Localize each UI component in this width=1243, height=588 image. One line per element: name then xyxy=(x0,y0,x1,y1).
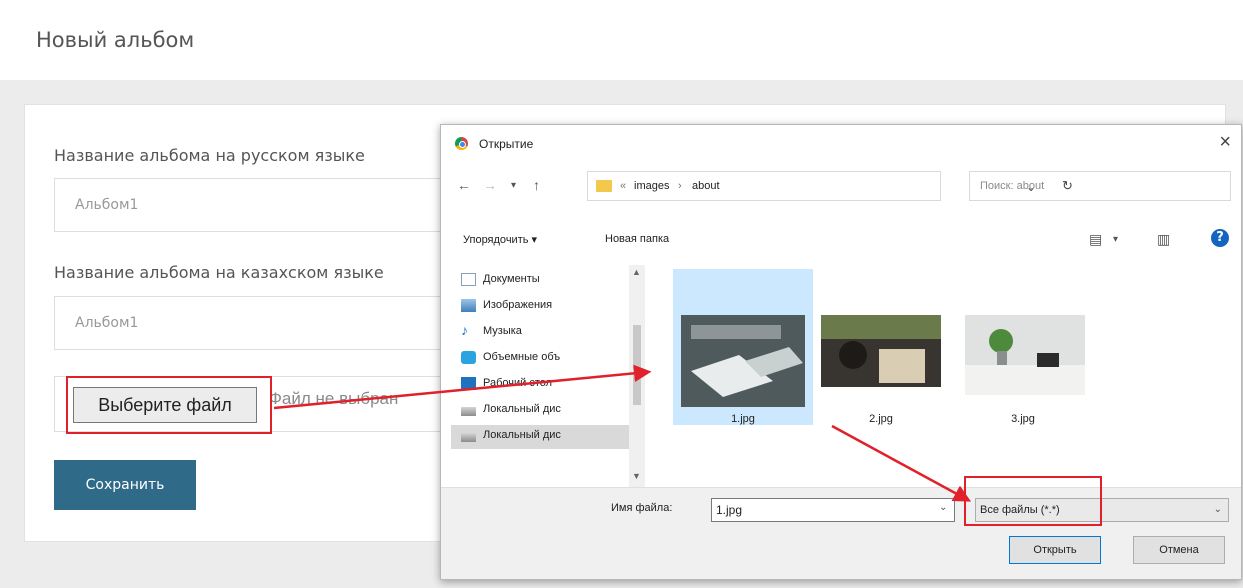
close-icon[interactable]: × xyxy=(1219,131,1231,154)
sidebar-item-label: Объемные объ xyxy=(483,351,561,363)
address-bar[interactable]: « images › about ⌄ ↻ xyxy=(587,171,1073,201)
dialog-bottom-panel: Имя файла: 1.jpg ⌄ Все файлы (*.*) ⌄ Отк… xyxy=(441,487,1241,579)
image-thumbnail-icon xyxy=(821,315,941,387)
top-bar: Новый альбом xyxy=(0,0,1243,80)
sidebar-item-3d-objects[interactable]: Объемные объ xyxy=(461,347,637,371)
dialog-title-bar: Открытие × xyxy=(441,125,1241,161)
recent-chevron-icon[interactable]: ▾ xyxy=(511,180,516,191)
filename-input[interactable]: 1.jpg xyxy=(711,498,955,522)
filename-dropdown-icon[interactable]: ⌄ xyxy=(939,502,947,513)
file-name: 3.jpg xyxy=(1011,413,1035,425)
breadcrumb-about[interactable]: about xyxy=(692,180,720,192)
kz-name-label: Название альбома на казахском языке xyxy=(54,263,384,282)
file-open-dialog: Открытие × ← → ▾ ↑ « images › about ⌄ ↻ … xyxy=(440,124,1242,580)
up-arrow-icon[interactable]: ↑ xyxy=(533,177,540,193)
image-thumbnail-icon xyxy=(965,315,1085,395)
music-icon: ♪ xyxy=(461,322,468,338)
navigation-pane: Документы Изображения ♪ Музыка Объемные … xyxy=(441,265,647,487)
scroll-up-icon[interactable]: ▲ xyxy=(632,267,641,277)
sidebar-item-label: Изображения xyxy=(483,299,553,311)
new-folder-button[interactable]: Новая папка xyxy=(605,233,669,245)
breadcrumb-overflow[interactable]: « xyxy=(620,180,626,192)
save-button[interactable]: Сохранить xyxy=(54,460,196,510)
sidebar-item-pictures[interactable]: Изображения xyxy=(461,295,637,319)
cancel-button[interactable]: Отмена xyxy=(1133,536,1225,564)
filename-label: Имя файла: xyxy=(611,502,673,514)
help-icon[interactable]: ? xyxy=(1211,229,1229,247)
view-chevron-icon[interactable]: ▾ xyxy=(1113,234,1118,245)
search-input[interactable]: Поиск: about xyxy=(969,171,1231,201)
sidebar-item-local-disk-1[interactable]: Локальный дис xyxy=(461,399,637,423)
breadcrumb-separator: › xyxy=(678,180,682,192)
sidebar-item-desktop[interactable]: Рабочий стол xyxy=(461,373,637,397)
file-status-text: Файл не выбран xyxy=(269,389,399,408)
file-item-3[interactable]: 3.jpg xyxy=(961,315,1085,425)
open-button[interactable]: Открыть xyxy=(1009,536,1101,564)
sidebar-item-label: Рабочий стол xyxy=(483,377,553,389)
scroll-down-icon[interactable]: ▼ xyxy=(632,471,641,481)
chevron-down-icon: ⌄ xyxy=(1213,504,1222,515)
file-name: 2.jpg xyxy=(869,413,893,425)
sidebar-item-documents[interactable]: Документы xyxy=(461,269,637,293)
chrome-icon xyxy=(455,137,468,150)
view-options-icon[interactable]: ▤ xyxy=(1089,231,1102,248)
ru-name-label: Название альбома на русском языке xyxy=(54,146,365,165)
folder-icon xyxy=(596,180,612,192)
file-name: 1.jpg xyxy=(731,413,755,425)
dialog-toolbar: Упорядочить ▾ Новая папка ▤ ▾ ▥ ? xyxy=(441,225,1241,257)
sidebar-item-label: Локальный дис xyxy=(483,403,561,415)
sidebar-item-label: Локальный дис xyxy=(483,429,561,441)
file-item-2[interactable]: 2.jpg xyxy=(819,315,943,425)
pictures-icon xyxy=(461,299,476,312)
choose-file-highlight xyxy=(66,376,272,434)
sidebar-item-local-disk-2[interactable]: Локальный дис xyxy=(451,425,637,449)
open-button-highlight xyxy=(964,476,1102,526)
navigation-bar: ← → ▾ ↑ « images › about ⌄ ↻ Поиск: abou… xyxy=(441,167,1241,207)
sidebar-scrollbar[interactable]: ▲ ▼ xyxy=(629,265,645,487)
desktop-icon xyxy=(461,377,476,390)
preview-pane-icon[interactable]: ▥ xyxy=(1157,231,1170,248)
file-item-1[interactable]: 1.jpg xyxy=(673,269,813,425)
sidebar-item-music[interactable]: ♪ Музыка xyxy=(461,321,637,345)
sidebar-item-label: Музыка xyxy=(483,325,522,337)
kz-name-input[interactable]: Альбом1 xyxy=(54,296,474,350)
breadcrumb-images[interactable]: images xyxy=(634,180,669,192)
scrollbar-thumb[interactable] xyxy=(633,325,641,405)
ru-name-input[interactable]: Альбом1 xyxy=(54,178,474,232)
forward-arrow-icon[interactable]: → xyxy=(483,177,497,193)
sidebar-item-label: Документы xyxy=(483,273,540,285)
drive-icon xyxy=(461,407,476,416)
dialog-title: Открытие xyxy=(479,137,534,151)
image-thumbnail-icon xyxy=(681,315,805,407)
page-title: Новый альбом xyxy=(36,28,195,52)
documents-icon xyxy=(461,273,476,286)
back-arrow-icon[interactable]: ← xyxy=(457,177,471,193)
organize-menu[interactable]: Упорядочить ▾ xyxy=(463,233,537,246)
3d-objects-icon xyxy=(461,351,476,364)
drive-icon xyxy=(461,433,476,442)
